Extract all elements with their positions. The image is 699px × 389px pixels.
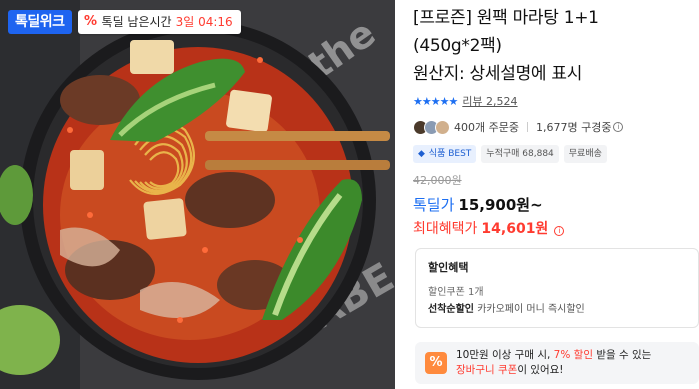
coupon-banner-text: 10만원 이상 구매 시, 7% 할인 받을 수 있는 장바구니 쿠폰이 있어요… <box>456 348 651 378</box>
product-title-line2: (450g*2팩) <box>413 36 502 56</box>
first-come-label: 선착순할인 <box>428 304 474 315</box>
star-icon: ★★★★★ <box>413 95 458 108</box>
rating-row: ★★★★★ 리뷰 2,524 <box>413 95 699 109</box>
deal-timer: % 톡딜 남은시간 3일 04:16 <box>77 9 241 34</box>
free-shipping-badge: 무료배송 <box>563 145 607 163</box>
deal-timer-label: 톡딜 남은시간 <box>101 15 172 29</box>
discount-title: 할인혜택 <box>428 261 469 274</box>
max-benefit-price: 14,601원 <box>481 221 549 237</box>
coupon-text-highlight: 7% 할인 <box>553 349 593 361</box>
cart-coupon-banner[interactable]: % 10만원 이상 구매 시, 7% 할인 받을 수 있는 장바구니 쿠폰이 있… <box>415 342 699 384</box>
avatar <box>435 119 450 135</box>
order-count: 400개 주문중 <box>454 121 519 134</box>
first-come-discount-line: 선착순할인 카카오페이 머니 즉시할인 <box>428 300 686 315</box>
first-come-text: 카카오페이 머니 즉시할인 <box>477 304 585 315</box>
product-title-line3: 원산지: 상세설명에 표시 <box>413 64 583 84</box>
deal-price-label: 톡딜가 <box>413 196 455 214</box>
deal-week-logo: 톡딜위크 <box>8 9 72 34</box>
product-image[interactable]: the ABE 톡딜위크 % 톡딜 남은시간 3일 04:16 <box>0 0 395 389</box>
review-link[interactable]: 리뷰 2,524 <box>462 95 517 109</box>
coupon-icon: % <box>425 352 447 374</box>
max-benefit-label: 최대혜택가 <box>413 221 478 237</box>
discount-benefits-box[interactable]: 할인혜택 할인쿠폰 1개 선착순할인 카카오페이 머니 즉시할인 <box>415 248 699 328</box>
watch-count: 1,677명 구경중 <box>535 121 612 134</box>
product-photo-illustration: the ABE <box>0 0 395 389</box>
discount-coupon-line: 할인쿠폰 1개 <box>428 287 484 298</box>
deal-price: 15,900원~ <box>458 196 543 214</box>
max-benefit-row: 최대혜택가 14,601원 i <box>413 218 699 238</box>
info-icon[interactable]: i <box>554 226 565 236</box>
coupon-text-d: 이 있어요! <box>517 364 564 376</box>
food-best-badge[interactable]: ◆ 식품 BEST <box>413 145 477 163</box>
info-icon[interactable]: i <box>613 122 624 132</box>
social-proof-row: 400개 주문중 1,677명 구경중 i <box>413 118 699 136</box>
buyer-avatars <box>413 119 450 135</box>
divider <box>526 122 528 132</box>
coupon-text-b: 받을 수 있는 <box>593 349 652 361</box>
product-info-panel: [프로즌] 원팩 마라탕 1+1 (450g*2팩) 원산지: 상세설명에 표시… <box>413 0 699 389</box>
coupon-text-cart-coupon: 장바구니 쿠폰 <box>456 364 518 376</box>
percent-icon: % <box>84 13 98 29</box>
shield-icon: ◆ <box>418 149 425 159</box>
deal-price-row: 톡딜가 15,900원~ <box>413 194 699 215</box>
deal-timer-value: 3일 04:16 <box>175 15 233 29</box>
cumulative-purchase-badge: 누적구매 68,884 <box>481 145 559 163</box>
product-title-line1: [프로즌] 원팩 마라탕 1+1 <box>413 8 599 28</box>
product-title: [프로즌] 원팩 마라탕 1+1 (450g*2팩) 원산지: 상세설명에 표시 <box>413 4 699 88</box>
food-best-label: 식품 BEST <box>428 149 472 159</box>
original-price: 42,000원 <box>413 174 462 187</box>
deal-promo-bar: 톡딜위크 % 톡딜 남은시간 3일 04:16 <box>8 8 241 35</box>
coupon-text-a: 10만원 이상 구매 시, <box>456 349 554 361</box>
product-badges: ◆ 식품 BEST 누적구매 68,884 무료배송 <box>413 145 699 163</box>
